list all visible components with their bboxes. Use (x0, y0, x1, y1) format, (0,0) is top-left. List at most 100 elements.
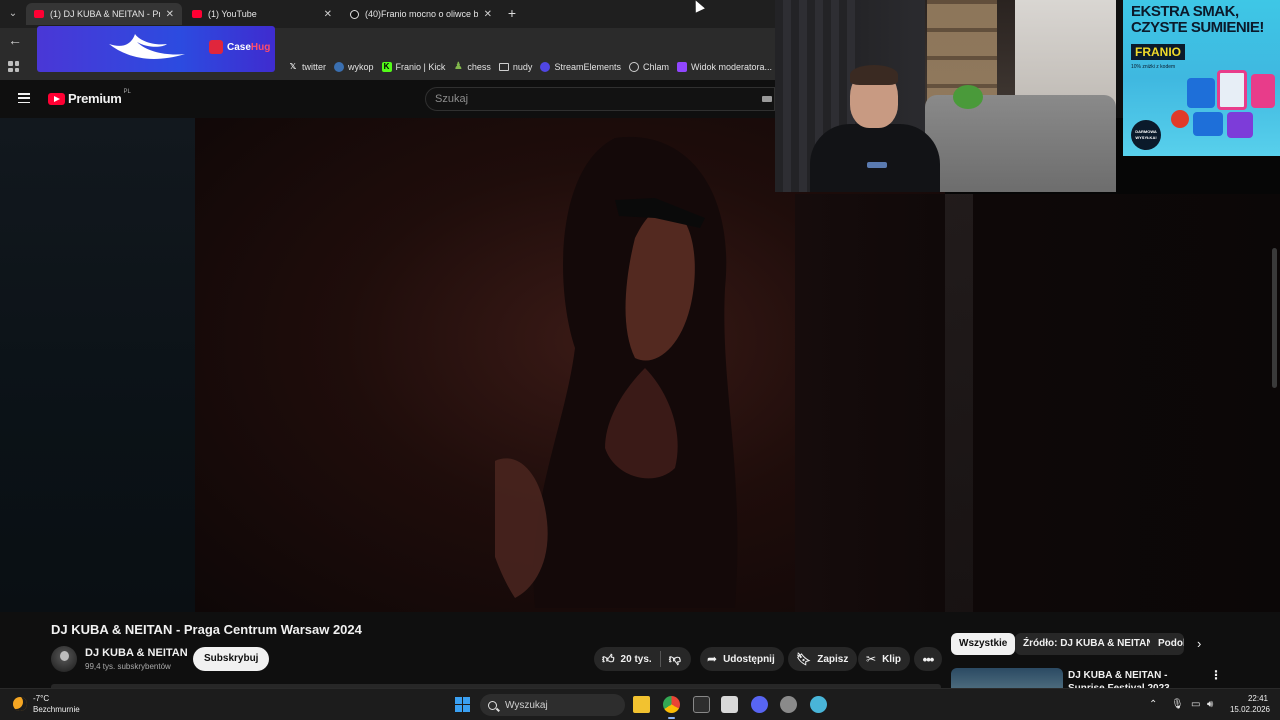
product-tub-icon (1193, 112, 1223, 136)
tab-search-chevron-icon[interactable]: ⌄ (4, 5, 22, 23)
taskbar-search[interactable]: Wyszukaj (480, 694, 625, 716)
moon-weather-icon[interactable] (13, 697, 27, 711)
settings-gear-icon[interactable] (780, 696, 797, 713)
youtube-icon (192, 10, 202, 18)
globe-icon (628, 62, 639, 72)
share-arrow-icon: ➦ (707, 652, 718, 666)
windows-taskbar: -7°C Bezchmurnie Wyszukaj ⌃ 🎙︎ ▭ 🔊︎ 22:4… (0, 688, 1280, 720)
display-icon[interactable]: ▭ (1191, 699, 1200, 710)
obs-app-icon[interactable] (693, 696, 710, 713)
clip-label: Klip (882, 653, 901, 665)
bookmark-label: Franio | Kick (395, 62, 446, 72)
plush-toy-icon (953, 85, 983, 109)
weather-description[interactable]: Bezchmurnie (33, 705, 80, 714)
youtube-premium-logo[interactable]: Premium PL (48, 88, 131, 106)
country-code: PL (123, 88, 131, 95)
bookmark-streamelements[interactable]: StreamElements (540, 62, 621, 72)
video-title: DJ KUBA & NEITAN - Praga Centrum Warsaw … (51, 622, 362, 637)
close-icon[interactable]: ✕ (324, 9, 332, 20)
casehug-logo-main: Case (227, 41, 251, 53)
recommendation-thumbnail[interactable] (951, 668, 1063, 688)
save-button[interactable]: 🔖︎ Zapisz (788, 647, 858, 671)
page-scrollbar[interactable] (1272, 248, 1277, 388)
taskbar-search-label: Wyszukaj (505, 699, 548, 711)
casehug-promo-banner[interactable]: CaseHug (37, 26, 275, 72)
close-icon[interactable]: ✕ (166, 9, 174, 20)
recommendation-title[interactable]: DJ KUBA & NEITAN - Sunrise Festival 2023 (1068, 669, 1203, 688)
logo-text: Premium (68, 91, 122, 106)
casehug-logo-icon (209, 40, 223, 54)
snipping-tool-icon[interactable] (721, 696, 738, 713)
chevron-right-icon[interactable]: › (1197, 636, 1201, 651)
keyboard-icon[interactable] (762, 96, 772, 102)
bookmark-widok-moderatora[interactable]: Widok moderatora... (676, 62, 773, 72)
video-right-dark-area (795, 194, 1280, 612)
fruit-icon (1171, 110, 1189, 128)
franio-advertisement[interactable]: EKSTRA SMAK, CZYSTE SUMIENIE! FRANIO 10%… (1123, 0, 1280, 156)
scissors-icon: ✂ (866, 652, 877, 666)
bookmark-label: chess (467, 62, 491, 72)
windows-start-icon[interactable] (455, 697, 470, 712)
close-icon[interactable]: ✕ (484, 9, 492, 20)
share-button[interactable]: ➦ Udostępnij (700, 647, 784, 671)
clock-time[interactable]: 22:41 (1240, 694, 1268, 703)
save-label: Zapisz (817, 653, 849, 665)
weather-temperature[interactable]: -7°C (33, 694, 49, 703)
chip-source-channel[interactable]: Źródło: DJ KUBA & NEITAN (1015, 633, 1162, 655)
wykop-icon (334, 62, 345, 72)
more-actions-icon[interactable]: ••• (914, 647, 942, 671)
clip-button[interactable]: ✂ Klip (858, 647, 910, 671)
bookmark-chess[interactable]: ♟ chess (453, 62, 491, 73)
microphone-icon[interactable]: 🎙︎ (1171, 699, 1184, 710)
app-globe-icon[interactable] (810, 696, 827, 713)
new-tab-button[interactable]: + (505, 5, 519, 21)
subscriber-count: 99,4 tys. subskrybentów (85, 662, 171, 671)
product-tub-icon (1251, 74, 1275, 108)
back-arrow-icon[interactable]: ← (8, 32, 22, 48)
bookmark-label: wykop (348, 62, 374, 72)
tab-youtube[interactable]: (1) YouTube ✕ (184, 3, 340, 25)
thumbs-down-icon[interactable]: 👎︎ (669, 652, 681, 667)
streamelements-icon (540, 62, 551, 72)
ad-headline: EKSTRA SMAK, CZYSTE SUMIENIE! (1131, 3, 1264, 36)
file-explorer-icon[interactable] (633, 696, 650, 713)
chip-similar[interactable]: Podob (1150, 633, 1184, 655)
twitch-icon (676, 62, 687, 72)
chip-all[interactable]: Wszystkie (951, 633, 1016, 655)
video-player[interactable] (0, 118, 1280, 612)
youtube-header: Premium PL (0, 80, 775, 118)
bookmark-label: Widok moderatora... (690, 62, 773, 72)
search-input[interactable] (426, 88, 746, 110)
tab-title: (40)Franio mocno o oliwce brat (365, 9, 478, 19)
share-label: Udostępnij (723, 653, 775, 665)
channel-avatar[interactable] (51, 646, 77, 672)
apps-grid-icon[interactable] (8, 61, 19, 72)
like-count[interactable]: 20 tys. (621, 654, 652, 665)
bookmark-nudy[interactable]: nudy (498, 62, 532, 72)
product-tub-icon (1227, 112, 1253, 138)
like-dislike-group: 👍︎ 20 tys. 👎︎ (594, 647, 691, 671)
bookmark-franio-kick[interactable]: K Franio | Kick (381, 62, 446, 72)
tab-dj-kuba-video[interactable]: (1) DJ KUBA & NEITAN - Praga Centrum War… (26, 3, 182, 25)
subscribe-button[interactable]: Subskrybuj (193, 647, 270, 671)
chevron-up-icon[interactable]: ⌃ (1149, 699, 1157, 710)
tab-tiktok[interactable]: (40)Franio mocno o oliwce brat ✕ (342, 3, 500, 25)
tiktok-icon (350, 9, 359, 19)
channel-name[interactable]: DJ KUBA & NEITAN (85, 647, 188, 659)
vertical-more-icon[interactable]: ⋮ (1210, 668, 1222, 682)
chrome-icon[interactable] (663, 696, 680, 719)
menu-icon[interactable] (18, 93, 30, 103)
bookmark-wykop[interactable]: wykop (334, 62, 374, 72)
discord-icon[interactable] (751, 696, 768, 713)
video-woman-figure (495, 136, 738, 608)
streamer-figure (810, 62, 940, 192)
bookmark-label: twitter (302, 62, 327, 72)
bird-illustration-icon (109, 34, 185, 59)
thumbs-up-icon[interactable]: 👍︎ (602, 652, 615, 667)
search-box (425, 87, 775, 111)
bookmark-twitter[interactable]: 𝕏 twitter (288, 62, 326, 72)
bookmark-chlam[interactable]: Chlam (628, 62, 669, 72)
bookmark-label: StreamElements (554, 62, 621, 72)
speaker-icon[interactable]: 🔊︎ (1207, 699, 1213, 710)
clock-date[interactable]: 15.02.2026 (1228, 705, 1270, 714)
